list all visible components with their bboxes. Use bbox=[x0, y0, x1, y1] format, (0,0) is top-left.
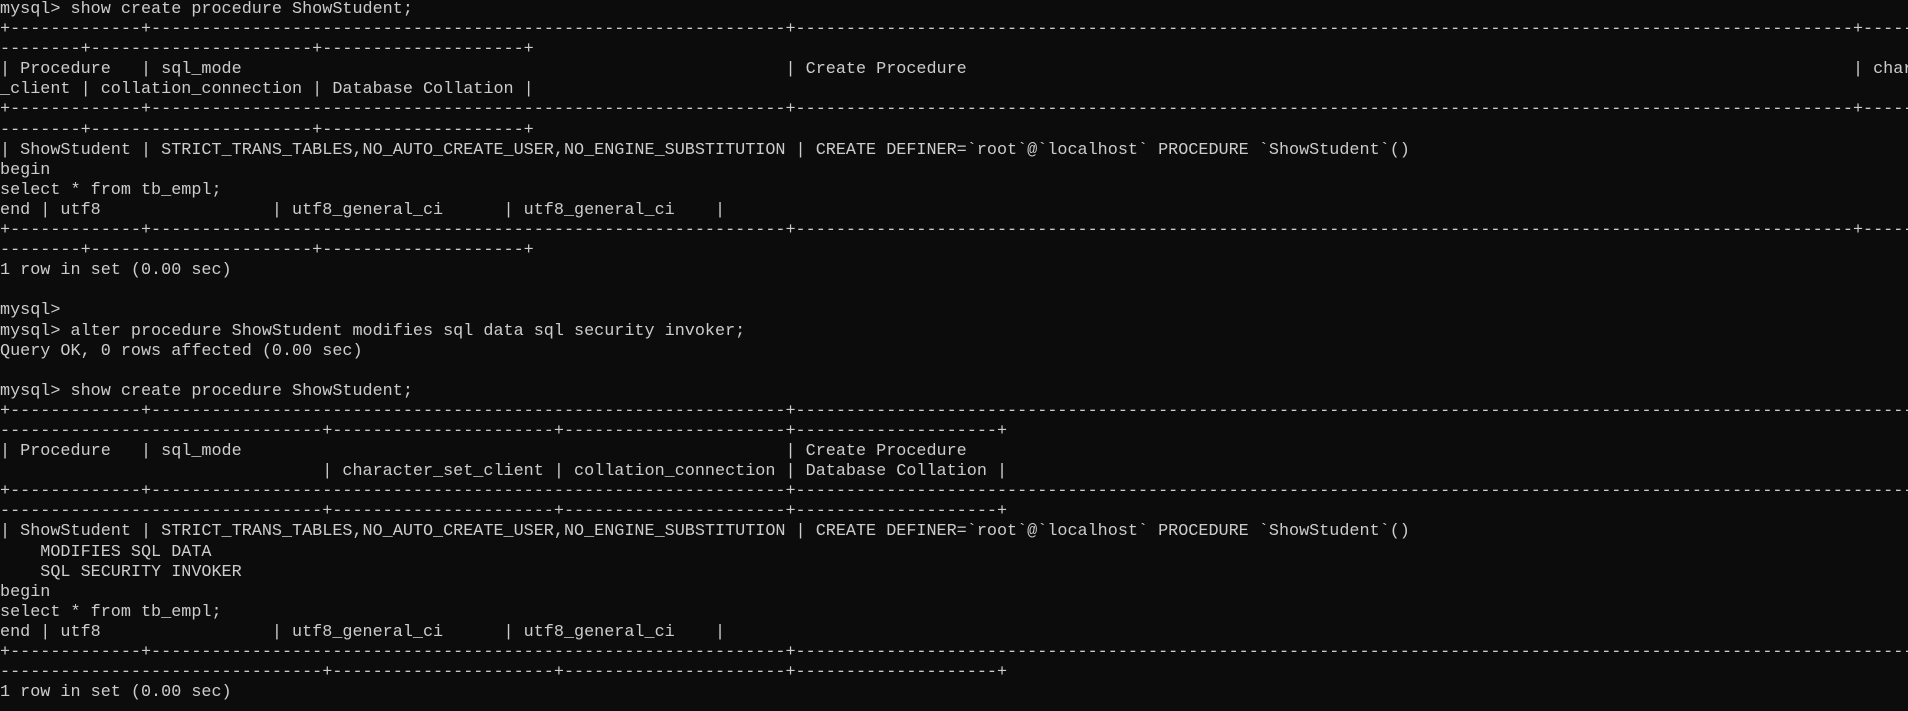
terminal-line: | Procedure | sql_mode | Create Procedur… bbox=[0, 60, 1908, 80]
terminal-line: 1 row in set (0.00 sec) bbox=[0, 261, 232, 281]
terminal-line: _client | collation_connection | Databas… bbox=[0, 80, 534, 100]
terminal-line: --------+----------------------+--------… bbox=[0, 40, 534, 60]
terminal-line: mysql> show create procedure ShowStudent… bbox=[0, 381, 413, 401]
terminal-line: +-------------+-------------------------… bbox=[0, 221, 1908, 241]
terminal-line: | ShowStudent | STRICT_TRANS_TABLES,NO_A… bbox=[0, 140, 1410, 160]
terminal-line: select * from tb_empl; bbox=[0, 180, 222, 200]
terminal-line: | character_set_client | collation_conne… bbox=[0, 462, 1008, 482]
terminal-line: select * from tb_empl; bbox=[0, 602, 222, 622]
terminal-line: +-------------+-------------------------… bbox=[0, 401, 1908, 421]
terminal-window[interactable]: mysql> show create procedure ShowStudent… bbox=[0, 0, 1908, 711]
terminal-line: --------------------------------+-------… bbox=[0, 663, 1008, 683]
terminal-line: mysql> show create procedure ShowStudent… bbox=[0, 0, 413, 19]
terminal-line: end | utf8 | utf8_general_ci | utf8_gene… bbox=[0, 622, 726, 642]
terminal-line: --------------------------------+-------… bbox=[0, 502, 1008, 522]
terminal-line: mysql> alter procedure ShowStudent modif… bbox=[0, 321, 746, 341]
terminal-line: SQL SECURITY INVOKER bbox=[0, 562, 242, 582]
terminal-line: +-------------+-------------------------… bbox=[0, 643, 1908, 662]
terminal-line: 1 row in set (0.00 sec) bbox=[0, 683, 232, 703]
terminal-line: --------------------------------+-------… bbox=[0, 421, 1008, 441]
terminal-line: --------+----------------------+--------… bbox=[0, 241, 534, 261]
terminal-line: +-------------+-------------------------… bbox=[0, 20, 1908, 40]
terminal-line: begin bbox=[0, 582, 51, 602]
terminal-line: end | utf8 | utf8_general_ci | utf8_gene… bbox=[0, 200, 726, 220]
terminal-line: | Procedure | sql_mode | Create Procedur… bbox=[0, 442, 967, 462]
terminal-line: | ShowStudent | STRICT_TRANS_TABLES,NO_A… bbox=[0, 522, 1410, 542]
terminal-line: mysql> bbox=[0, 301, 61, 321]
terminal-line: begin bbox=[0, 160, 51, 180]
terminal-line: MODIFIES SQL DATA bbox=[0, 542, 212, 562]
terminal-line: +-------------+-------------------------… bbox=[0, 482, 1908, 502]
terminal-line: --------+----------------------+--------… bbox=[0, 120, 534, 140]
terminal-line: Query OK, 0 rows affected (0.00 sec) bbox=[0, 341, 363, 361]
terminal-line: +-------------+-------------------------… bbox=[0, 100, 1908, 120]
